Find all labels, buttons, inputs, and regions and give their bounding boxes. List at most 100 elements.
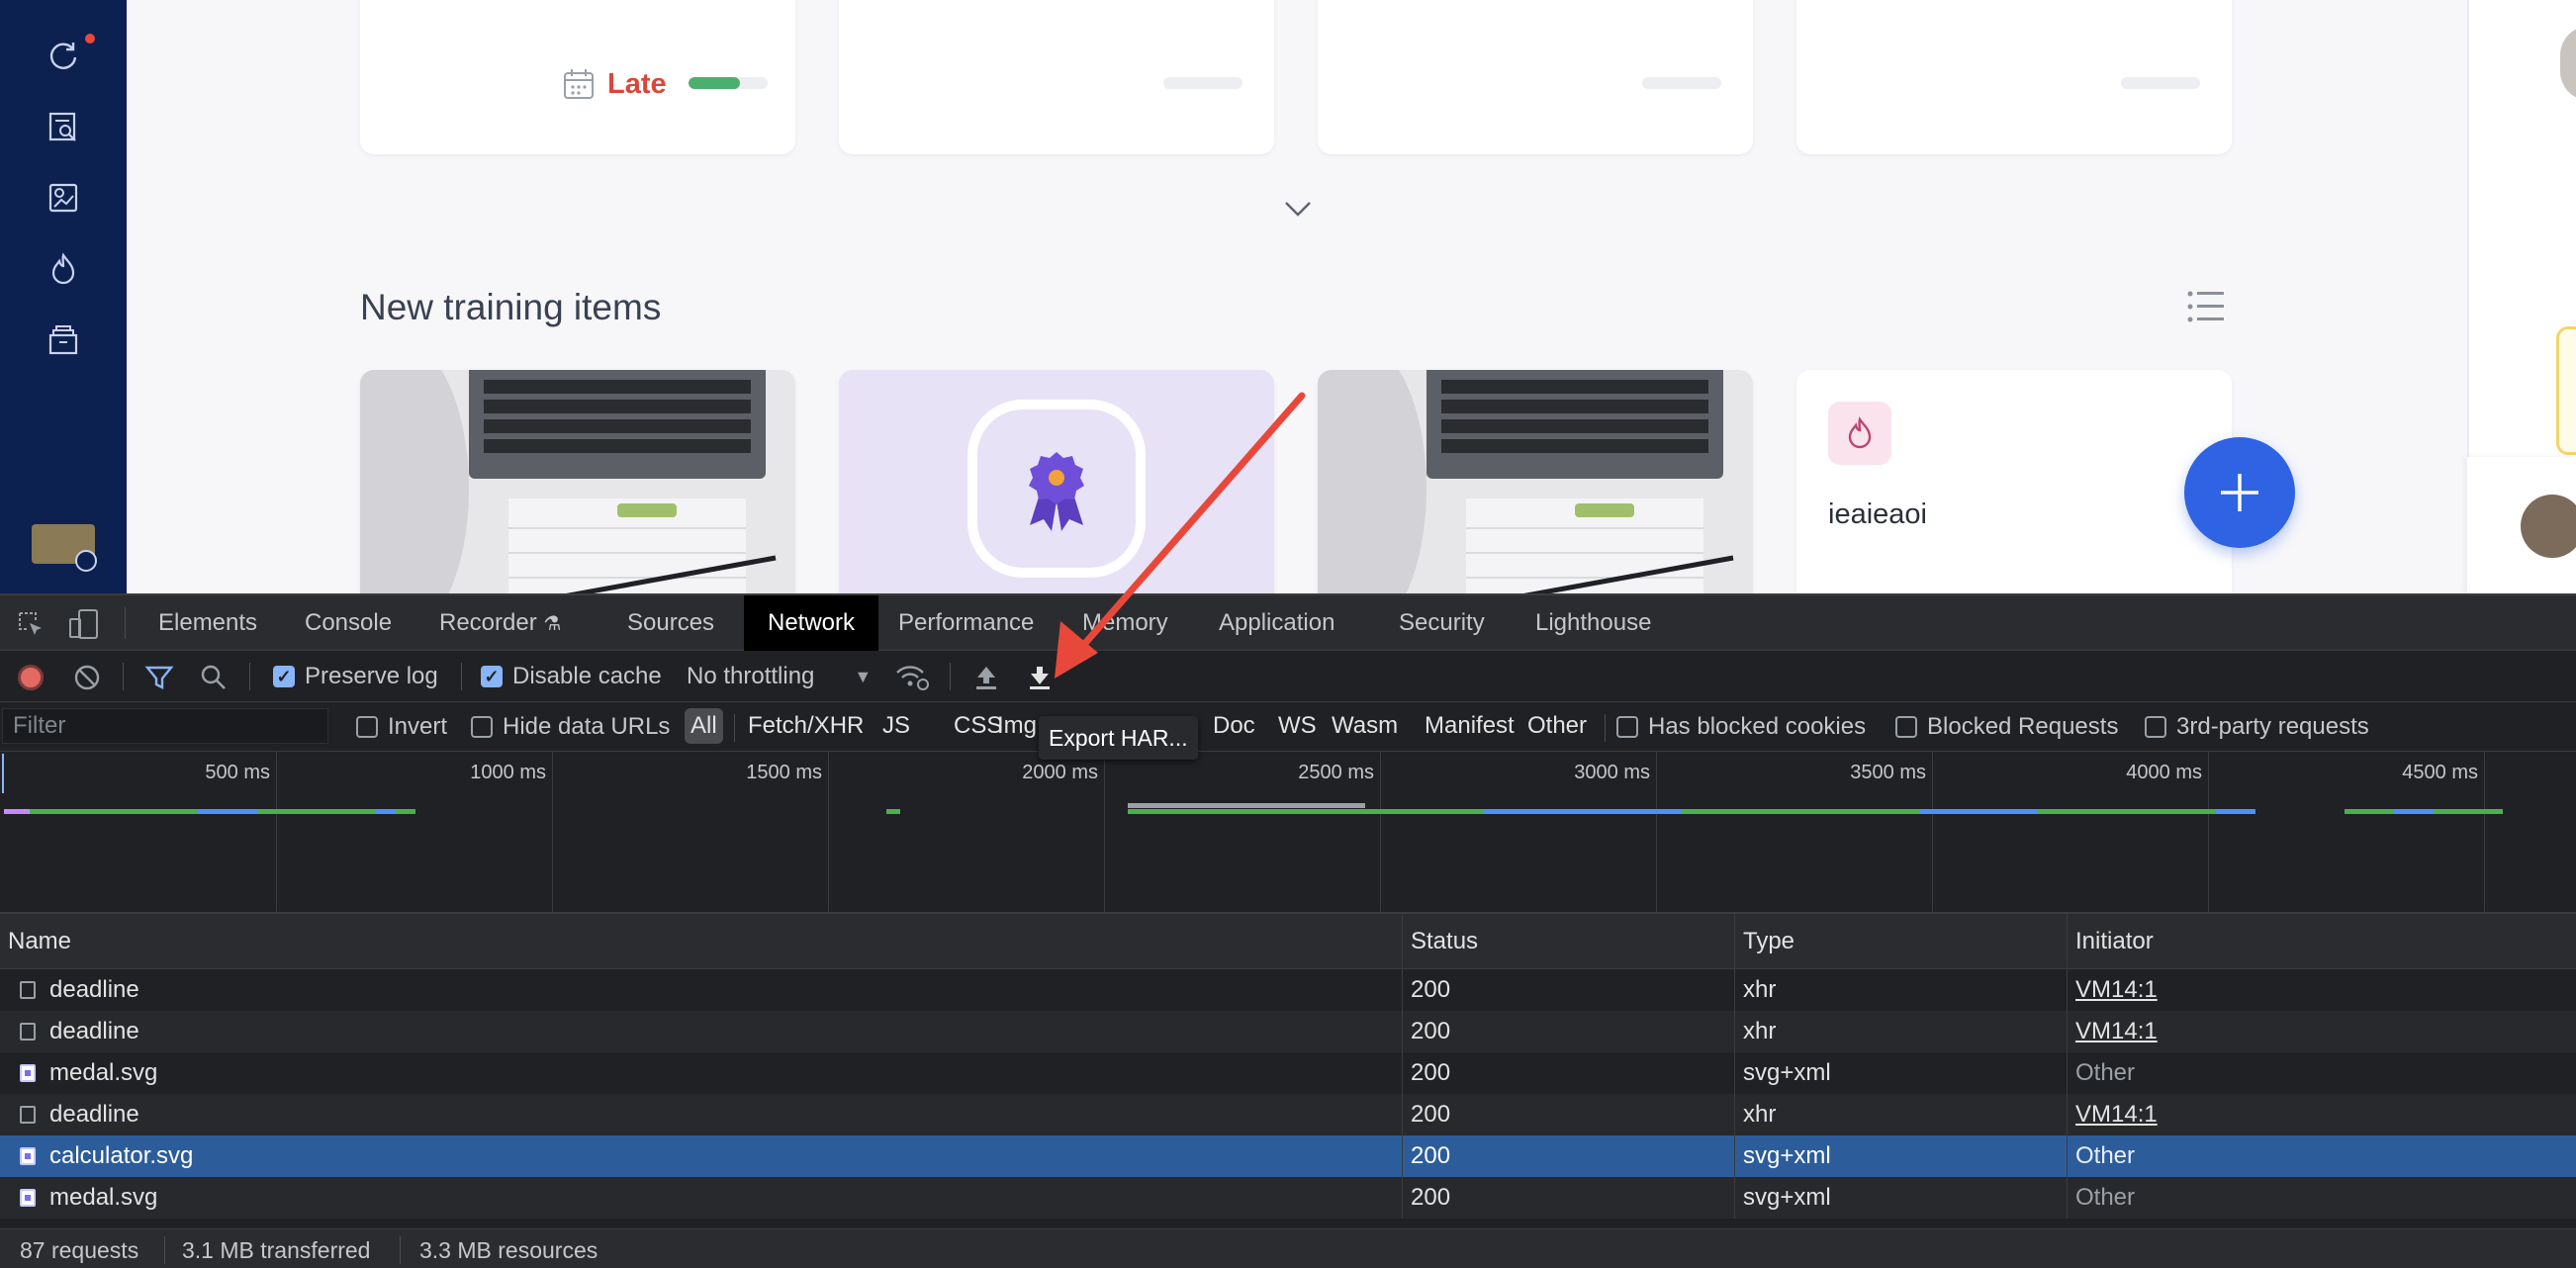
type-filter-manifest[interactable]: Manifest [1419, 708, 1520, 744]
tab-sources[interactable]: Sources [611, 595, 730, 651]
checkbox[interactable] [1895, 716, 1917, 738]
third-party-requests-checkbox[interactable]: 3rd-party requests [2145, 702, 2369, 752]
divider [125, 607, 126, 639]
type-filter-all[interactable]: All [685, 708, 723, 744]
checkbox[interactable] [2145, 716, 2166, 738]
table-row[interactable]: medal.svg 200 svg+xml Other [0, 1177, 2576, 1219]
type-filter-doc[interactable]: Doc [1207, 708, 1261, 744]
tab-security[interactable]: Security [1383, 595, 1501, 651]
table-row[interactable]: medal.svg 200 svg+xml Other [0, 1052, 2576, 1094]
timeline-gridline [552, 752, 553, 914]
filter-icon[interactable] [144, 664, 174, 691]
training-card[interactable] [1796, 0, 2232, 154]
request-initiator-link[interactable]: VM14:1 [2068, 1011, 2576, 1052]
tab-elements[interactable]: Elements [142, 595, 273, 651]
export-har-icon[interactable] [1027, 664, 1053, 691]
blocked-requests-checkbox[interactable]: Blocked Requests [1895, 702, 2118, 752]
tab-console[interactable]: Console [289, 595, 408, 651]
timeline-gridline [828, 752, 829, 914]
request-type: xhr [1735, 969, 2068, 1011]
column-header-status[interactable]: Status [1403, 914, 1735, 969]
tab-network[interactable]: Network [744, 595, 879, 651]
notice-tab[interactable] [2556, 326, 2576, 455]
training-item-card[interactable] [1318, 370, 1753, 593]
chevron-down-icon[interactable] [1282, 198, 1314, 220]
tab-lighthouse[interactable]: Lighthouse [1519, 595, 1667, 651]
medal-badge [967, 400, 1146, 578]
request-initiator-link[interactable]: VM14:1 [2068, 1094, 2576, 1135]
has-blocked-cookies-checkbox[interactable]: Has blocked cookies [1616, 702, 1866, 752]
table-row-selected[interactable]: calculator.svg 200 svg+xml Other [0, 1135, 2576, 1177]
tab-application[interactable]: Application [1203, 595, 1350, 651]
column-header-name[interactable]: Name [0, 914, 1403, 969]
type-filter-wasm[interactable]: Wasm [1326, 708, 1404, 744]
tab-recorder[interactable]: Recorder ⚗ [423, 595, 577, 651]
transferred-size: 3.1 MB transferred [182, 1237, 371, 1263]
tab-performance[interactable]: Performance [882, 595, 1050, 651]
checkbox-checked[interactable] [273, 666, 295, 687]
add-button[interactable] [2184, 437, 2295, 548]
disable-cache-checkbox[interactable]: Disable cache [481, 651, 662, 702]
reports-icon[interactable] [44, 178, 83, 218]
invert-label: Invert [388, 713, 448, 740]
record-button[interactable] [18, 665, 44, 690]
training-card[interactable] [839, 0, 1274, 154]
filter-input[interactable]: Filter [2, 708, 328, 744]
checkbox-checked[interactable] [481, 666, 503, 687]
training-card-late[interactable]: Late [360, 0, 795, 154]
invert-checkbox[interactable]: Invert [356, 702, 447, 752]
type-filter-fetch-xhr[interactable]: Fetch/XHR [742, 708, 870, 744]
inspect-element-icon[interactable] [16, 609, 46, 639]
flame-icon [1848, 416, 1872, 449]
checkbox[interactable] [356, 716, 378, 738]
request-initiator: Other [2075, 1059, 2136, 1086]
training-card[interactable] [1318, 0, 1753, 154]
table-row[interactable]: deadline 200 xhr VM14:1 [0, 969, 2576, 1011]
column-header-type[interactable]: Type [1735, 914, 2068, 969]
avatar[interactable] [2560, 26, 2576, 101]
request-name-text: deadline [49, 976, 139, 1003]
document-icon [20, 1023, 36, 1041]
timeline-activity [1682, 809, 1919, 814]
column-header-initiator[interactable]: Initiator [2068, 914, 2576, 969]
import-har-icon[interactable] [973, 664, 999, 691]
timeline-activity [2394, 809, 2434, 814]
laptop-photo [360, 370, 795, 593]
catalog-search-icon[interactable] [44, 107, 83, 146]
search-icon[interactable] [200, 664, 228, 691]
flame-icon[interactable] [44, 249, 83, 289]
chat-avatar[interactable] [2521, 495, 2576, 558]
request-initiator: Other [2075, 1184, 2136, 1211]
training-item-card[interactable] [839, 370, 1274, 593]
throttling-select[interactable]: No throttling ▼ [687, 651, 872, 702]
refresh-icon[interactable] [44, 36, 83, 75]
device-toolbar-icon[interactable] [67, 607, 101, 641]
flask-icon: ⚗ [543, 613, 562, 635]
type-filter-js[interactable]: JS [876, 708, 916, 744]
table-row[interactable]: deadline 200 xhr VM14:1 [0, 1094, 2576, 1135]
type-filter-ws[interactable]: WS [1272, 708, 1323, 744]
training-item-card[interactable]: ieaieaoi [1796, 370, 2232, 593]
network-conditions-icon[interactable] [894, 663, 930, 692]
archive-icon[interactable] [44, 320, 83, 360]
preserve-log-checkbox[interactable]: Preserve log [273, 651, 438, 702]
request-initiator-link[interactable]: VM14:1 [2068, 969, 2576, 1011]
clear-icon[interactable] [73, 664, 101, 691]
hide-data-urls-checkbox[interactable]: Hide data URLs [471, 702, 670, 752]
checkbox[interactable] [471, 716, 493, 738]
document-icon [20, 981, 36, 999]
timeline-activity [2038, 809, 2216, 814]
list-view-icon[interactable] [2186, 289, 2226, 324]
main-content: Late New training items ieaieaoi [127, 0, 2467, 593]
laptop-photo [1318, 370, 1753, 593]
timeline-tick-label: 1500 ms [746, 762, 822, 783]
timeline-cursor [2, 754, 4, 793]
tab-memory[interactable]: Memory [1066, 595, 1184, 651]
type-filter-other[interactable]: Other [1521, 708, 1593, 744]
checkbox[interactable] [1616, 716, 1638, 738]
table-row[interactable]: deadline 200 xhr VM14:1 [0, 1011, 2576, 1052]
divider [164, 1236, 165, 1264]
timeline-gridline [1104, 752, 1105, 914]
training-item-card[interactable] [360, 370, 795, 593]
network-overview-timeline[interactable]: 500 ms 1000 ms 1500 ms 2000 ms 2500 ms 3… [0, 752, 2576, 914]
